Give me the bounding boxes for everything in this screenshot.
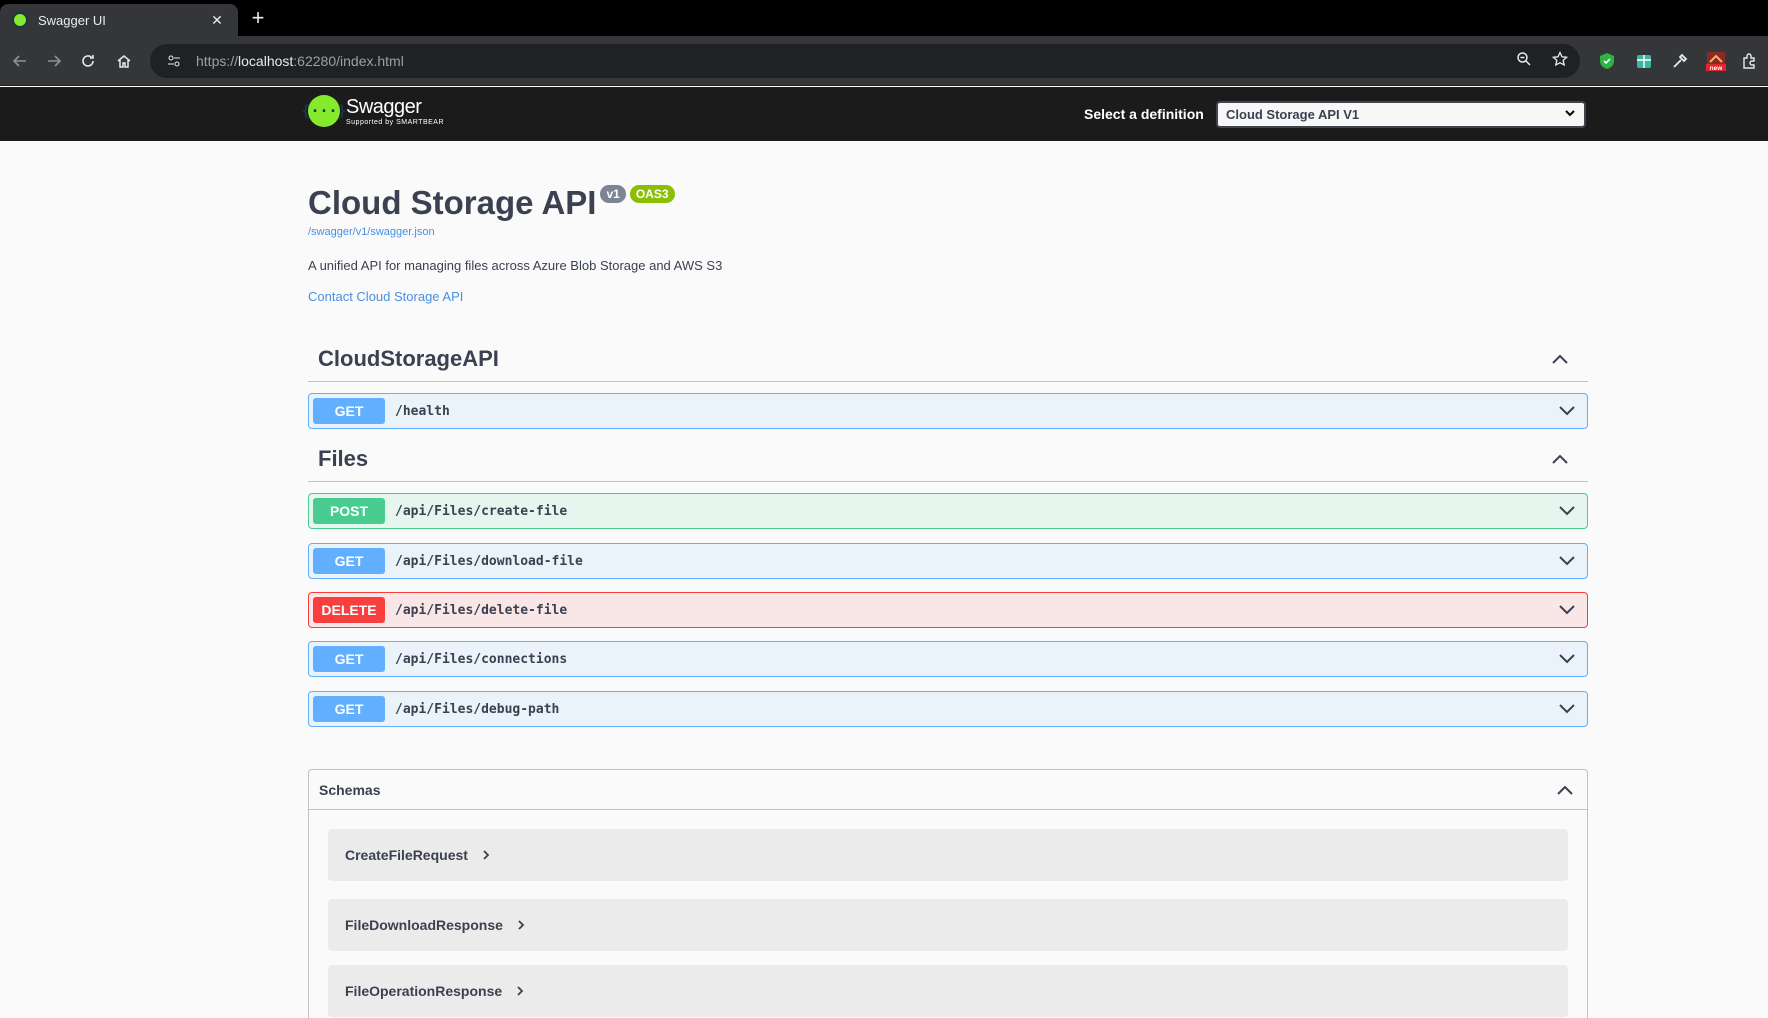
chevron-up-icon[interactable] (1548, 347, 1572, 371)
method-badge: POST (313, 498, 385, 524)
operation-path: /api/Files/connections (395, 651, 568, 667)
chevron-down-icon[interactable] (1555, 549, 1579, 573)
tab-title: Swagger UI (38, 12, 106, 28)
operation-get-connections[interactable]: GET /api/Files/connections (308, 641, 1588, 677)
operation-get-debug-path[interactable]: GET /api/Files/debug-path (308, 691, 1588, 727)
oas-badge: OAS3 (629, 185, 675, 203)
close-tab-icon[interactable]: ✕ (208, 12, 226, 29)
operation-delete-delete-file[interactable]: DELETE /api/Files/delete-file (308, 592, 1588, 628)
new-tab-button[interactable]: + (246, 6, 270, 30)
version-badge: v1 (600, 185, 626, 203)
chevron-down-icon[interactable] (1555, 399, 1579, 423)
method-badge: GET (313, 646, 385, 672)
browser-tab-strip: Swagger UI ✕ + (0, 0, 1768, 36)
definition-selected-value: Cloud Storage API V1 (1226, 107, 1360, 122)
api-title: Cloud Storage API (308, 184, 597, 221)
schemas-title: Schemas (319, 781, 381, 798)
chevron-down-icon[interactable] (1555, 697, 1579, 721)
eyedropper-extension-icon[interactable] (1668, 49, 1692, 73)
chevron-up-icon[interactable] (1548, 447, 1572, 471)
method-badge: GET (313, 398, 385, 424)
method-badge: GET (313, 696, 385, 722)
site-settings-icon[interactable] (162, 49, 186, 73)
tag-cloudstorageapi[interactable]: CloudStorageAPI (308, 336, 1588, 382)
url-path: :62280/index.html (293, 53, 404, 69)
schema-model-createfilerequest[interactable]: CreateFileRequest (328, 829, 1568, 881)
schema-name: FileDownloadResponse (345, 917, 503, 933)
extension-new-label: new (1710, 65, 1724, 72)
operation-get-download-file[interactable]: GET /api/Files/download-file (308, 543, 1588, 579)
chevron-down-icon[interactable] (1555, 647, 1579, 671)
swagger-logo[interactable]: {···} Swagger Supported by SMARTBEAR (301, 95, 445, 127)
zoom-icon[interactable] (1516, 51, 1532, 72)
chevron-down-icon[interactable] (1555, 499, 1579, 523)
schema-name: CreateFileRequest (345, 847, 468, 863)
back-arrow-icon[interactable] (6, 47, 34, 75)
swagger-topbar: {···} Swagger Supported by SMARTBEAR Sel… (0, 87, 1768, 141)
browser-toolbar: https://localhost:62280/index.html new (0, 36, 1768, 86)
schema-name: FileOperationResponse (345, 983, 503, 999)
shield-extension-icon[interactable] (1595, 49, 1619, 73)
browser-tab[interactable]: Swagger UI ✕ (0, 4, 238, 36)
logo-name: Swagger (346, 96, 422, 118)
schemas-header[interactable]: Schemas (309, 770, 1587, 810)
method-badge: DELETE (313, 597, 385, 623)
spec-json-link[interactable]: /swagger/v1/swagger.json (308, 226, 1586, 238)
tag-title: Files (318, 445, 369, 471)
url-host: localhost (238, 53, 294, 69)
operation-path: /api/Files/debug-path (395, 701, 560, 717)
operation-path: /health (395, 403, 450, 419)
api-description: A unified API for managing files across … (308, 258, 723, 273)
method-badge: GET (313, 548, 385, 574)
operation-path: /api/Files/delete-file (395, 602, 568, 618)
definition-select[interactable]: Cloud Storage API V1 (1216, 101, 1586, 128)
logo-subtitle: Supported by SMARTBEAR (346, 119, 445, 126)
operation-get-health[interactable]: GET /health (308, 393, 1588, 429)
tag-title: CloudStorageAPI (318, 345, 499, 371)
operation-path: /api/Files/create-file (395, 503, 568, 519)
chevron-right-icon (513, 917, 529, 933)
reload-icon[interactable] (74, 47, 102, 75)
schemas-section: Schemas CreateFileRequest FileDownloadRe… (308, 769, 1588, 1018)
gift-extension-icon[interactable] (1632, 49, 1656, 73)
chevron-up-icon[interactable] (1553, 778, 1577, 802)
operation-path: /api/Files/download-file (395, 553, 583, 569)
operation-post-create-file[interactable]: POST /api/Files/create-file (308, 493, 1588, 529)
schema-model-fileoperationresponse[interactable]: FileOperationResponse (328, 965, 1568, 1017)
chevron-down-icon[interactable] (1555, 598, 1579, 622)
swagger-favicon-icon (12, 12, 28, 28)
api-info: Cloud Storage API v1 OAS3 /swagger/v1/sw… (308, 180, 1586, 304)
new-badge-extension-icon[interactable]: new (1704, 49, 1728, 73)
url-text[interactable]: https://localhost:62280/index.html (196, 53, 1516, 69)
chevron-right-icon (512, 983, 528, 999)
swagger-logo-icon: {···} (301, 95, 347, 127)
definition-label: Select a definition (1084, 106, 1204, 122)
chevron-down-icon (1564, 107, 1576, 122)
bookmark-star-icon[interactable] (1551, 50, 1569, 72)
forward-arrow-icon[interactable] (40, 47, 68, 75)
contact-link[interactable]: Contact Cloud Storage API (308, 289, 1586, 304)
tag-files[interactable]: Files (308, 436, 1588, 482)
schema-model-filedownloadresponse[interactable]: FileDownloadResponse (328, 899, 1568, 951)
address-bar[interactable]: https://localhost:62280/index.html (150, 44, 1580, 78)
url-scheme: https:// (196, 53, 239, 69)
extensions-puzzle-icon[interactable] (1738, 49, 1762, 73)
chevron-right-icon (478, 847, 494, 863)
home-icon[interactable] (110, 47, 138, 75)
